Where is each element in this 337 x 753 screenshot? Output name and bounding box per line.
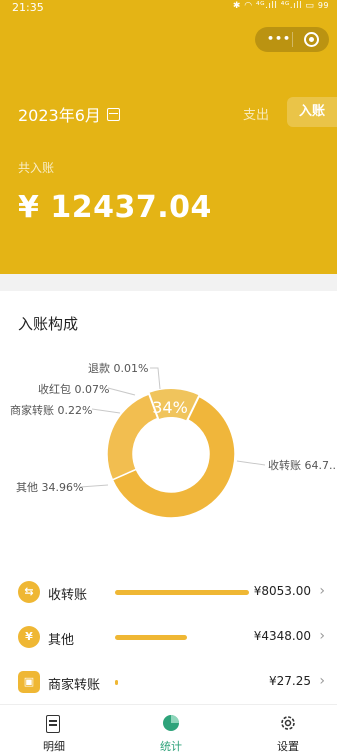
calendar-icon — [106, 107, 120, 121]
gear-icon — [281, 716, 295, 730]
row-bar-fill — [115, 680, 119, 685]
chevron-right-icon: › — [319, 583, 325, 599]
row-amount: ¥27.25 — [269, 674, 311, 688]
legend-refund: 退款 0.01% — [88, 361, 148, 375]
composition-card: 入账构成 退款 0.01% 收红包 0.07% 商家转账 0.22% 其他 34… — [0, 291, 337, 711]
legend-transfer: 收转账 64.7... — [268, 458, 337, 472]
donut-chart: 退款 0.01% 收红包 0.07% 商家转账 0.22% 其他 34.96% … — [10, 361, 337, 519]
chevron-right-icon: › — [319, 628, 325, 644]
row-bar — [115, 590, 249, 595]
bottom-tabbar: 明细 统计 设置 — [0, 704, 337, 753]
header: 21:35 ✱ ◠ ⁴ᴳ.ıll ⁴ᴳ.ıll ▭ 99 ••• 2023年6月… — [0, 0, 337, 274]
miniprogram-capsule: ••• — [255, 27, 329, 52]
legend-merchant: 商家转账 0.22% — [10, 403, 92, 417]
battery-level: 99 — [317, 1, 329, 10]
pie-chart-icon — [163, 715, 179, 731]
leader-line-other — [79, 484, 109, 488]
chevron-right-icon: › — [319, 673, 325, 689]
leader-line-merchant — [91, 408, 121, 414]
tab-stats[interactable]: 统计 — [141, 705, 201, 753]
leader-line-transfer — [236, 460, 266, 466]
close-target-icon[interactable] — [304, 32, 319, 47]
list-item[interactable]: ⇆ 收转账 ¥8053.00 › — [0, 572, 337, 612]
total-label: 共入账 — [18, 161, 55, 175]
status-signal-icons: ✱ ◠ ⁴ᴳ.ıll ⁴ᴳ.ıll ▭ — [232, 1, 315, 11]
legend-redpacket: 收红包 0.07% — [38, 382, 109, 396]
month-label: 2023年6月 — [18, 106, 101, 125]
row-name: 商家转账 — [48, 678, 101, 693]
tab-expense[interactable]: 支出 — [243, 104, 269, 123]
tab-detail[interactable]: 明细 — [24, 705, 84, 753]
donut-highlight-label: 34% — [152, 398, 188, 417]
tab-stats-label: 统计 — [160, 740, 182, 753]
tab-settings[interactable]: 设置 — [258, 705, 318, 753]
row-bar — [115, 635, 249, 640]
list-item[interactable]: ▣ 商家转账 ¥27.25 › — [0, 662, 337, 702]
coin-icon: ¥ — [18, 626, 40, 648]
legend-other: 其他 34.96% — [16, 481, 83, 494]
status-time: 21:35 — [12, 1, 44, 14]
row-bar-fill — [115, 590, 249, 595]
more-icon[interactable]: ••• — [267, 32, 291, 45]
list-item[interactable]: ¥ 其他 ¥4348.00 › — [0, 617, 337, 657]
status-bar: 21:35 ✱ ◠ ⁴ᴳ.ıll ⁴ᴳ.ıll ▭ 99 — [0, 0, 337, 18]
row-amount: ¥8053.00 — [253, 584, 311, 598]
tab-detail-label: 明细 — [43, 740, 65, 753]
total-amount: ¥ 12437.04 — [18, 190, 212, 225]
leader-line-refund — [150, 367, 161, 390]
row-name: 其他 — [48, 633, 75, 648]
document-icon — [46, 715, 60, 733]
section-title: 入账构成 — [18, 315, 79, 333]
row-bar — [115, 680, 249, 685]
leader-line-redpacket — [107, 387, 136, 396]
row-amount: ¥4348.00 — [253, 629, 311, 643]
tab-settings-label: 设置 — [277, 740, 299, 753]
month-selector[interactable]: 2023年6月 — [18, 102, 120, 126]
capsule-divider — [292, 32, 293, 47]
transfer-icon: ⇆ — [18, 581, 40, 603]
shop-icon: ▣ — [18, 671, 40, 693]
status-icons: ✱ ◠ ⁴ᴳ.ıll ⁴ᴳ.ıll ▭ 99 — [233, 1, 329, 11]
row-bar-fill — [115, 635, 188, 640]
tab-income[interactable]: 入账 — [287, 97, 337, 127]
row-name: 收转账 — [48, 588, 88, 603]
